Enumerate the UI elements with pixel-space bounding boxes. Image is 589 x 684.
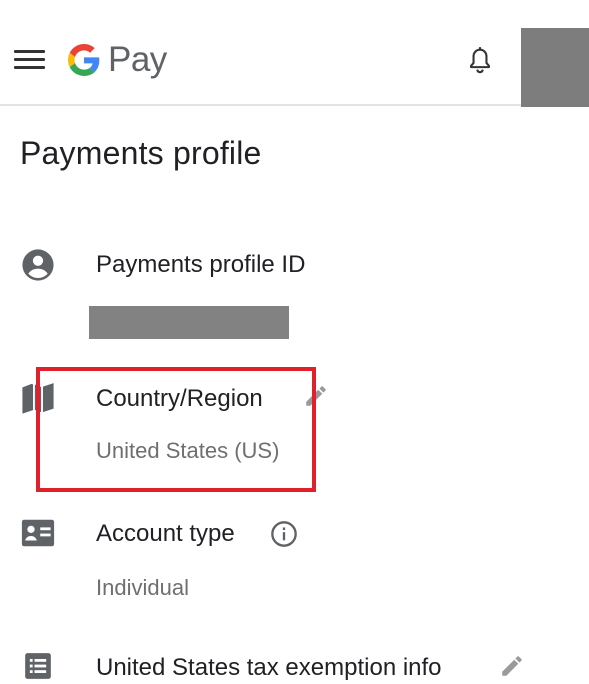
bell-icon[interactable] xyxy=(466,46,494,76)
account-type-label: Account type xyxy=(96,520,235,547)
account-type-value: Individual xyxy=(96,575,189,600)
account-circle-icon xyxy=(22,249,54,281)
google-g-logo xyxy=(68,44,100,76)
payments-profile-id-value-redacted xyxy=(89,306,289,339)
tax-exemption-label: United States tax exemption info xyxy=(96,654,442,681)
payments-profile-id-label: Payments profile ID xyxy=(96,251,306,278)
contact-card-icon xyxy=(21,519,55,547)
info-icon[interactable] xyxy=(270,520,298,548)
list-document-icon xyxy=(25,653,51,679)
pencil-icon[interactable] xyxy=(499,653,525,679)
country-region-highlight-box xyxy=(36,367,316,492)
payments-profile-page: Pay Payments profile Payments profile ID… xyxy=(0,0,589,684)
gpay-logo: Pay xyxy=(68,38,167,82)
logo-pay-text: Pay xyxy=(108,40,167,79)
hamburger-menu-icon[interactable] xyxy=(14,48,46,72)
page-title: Payments profile xyxy=(20,135,262,171)
redacted-avatar xyxy=(521,28,589,107)
app-header: Pay xyxy=(0,0,589,107)
